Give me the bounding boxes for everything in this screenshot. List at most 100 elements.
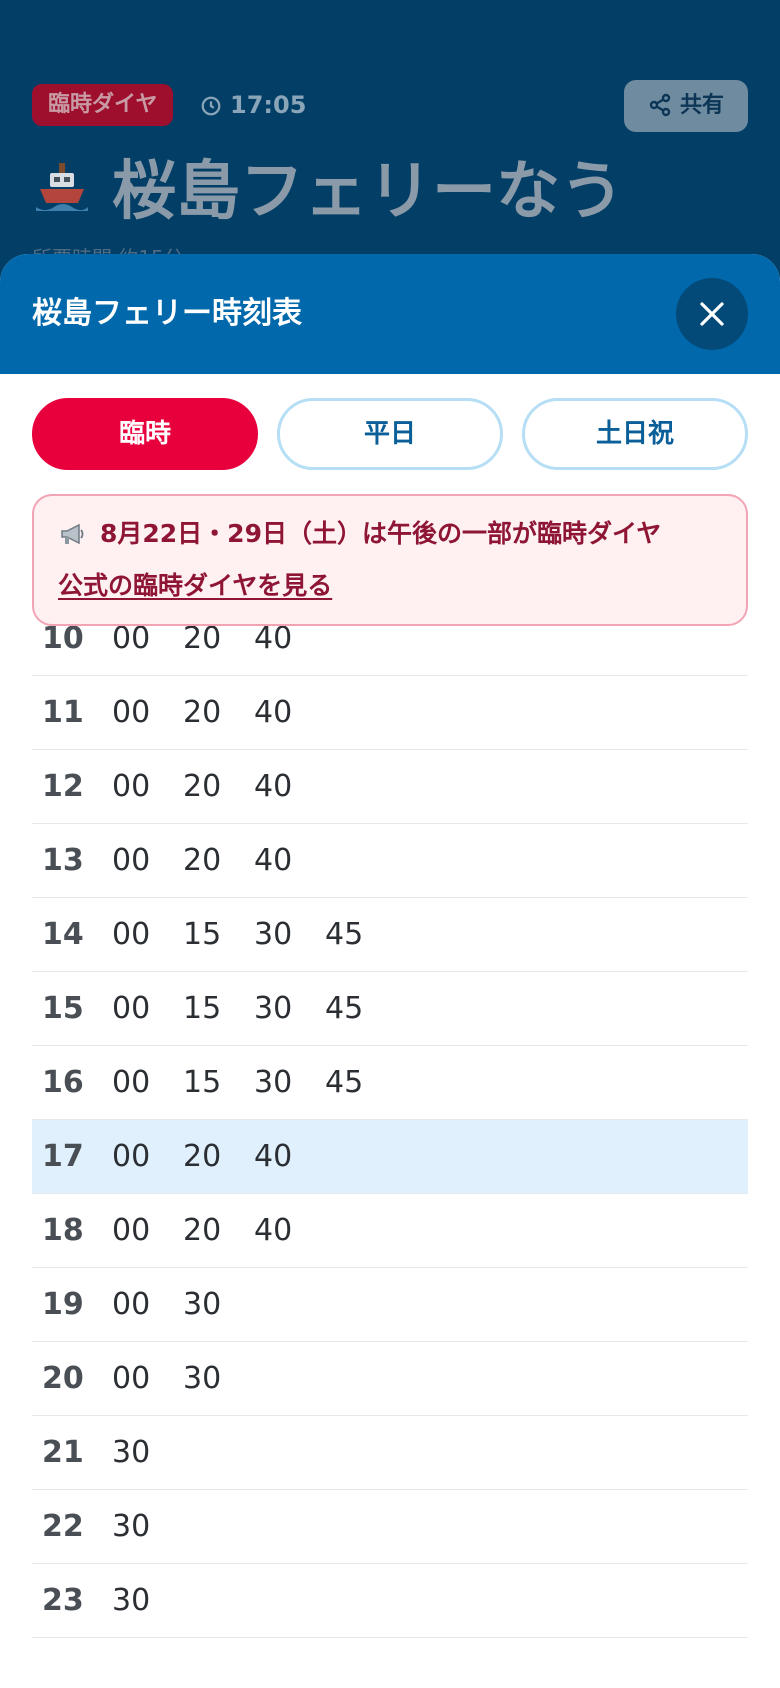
special-schedule-notice: 8月22日・29日（土）は午後の一部が臨時ダイヤ 公式の臨時ダイヤを見る [32,494,748,626]
departure-minute: 00 [112,769,151,804]
timetable-row: 19 00 30 [32,1268,748,1342]
timetable-row: 15 00 15 30 45 [32,972,748,1046]
row-minutes: 00 15 30 45 [112,991,396,1026]
timetable-row: 20 00 30 [32,1342,748,1416]
departure-minute: 45 [325,1065,364,1100]
row-hour: 22 [42,1509,84,1544]
background-topbar: 臨時ダイヤ 17:05 共有 [32,80,748,136]
timetable-row-current: 17 00 20 40 [32,1120,748,1194]
departure-minute: 20 [183,1213,222,1248]
special-schedule-badge: 臨時ダイヤ [32,84,174,126]
timetable-list: 10 00 20 40 11 00 20 40 12 00 20 40 13 00 20 40 14 00 15 30… [32,602,748,1638]
current-time-text: 17:05 [230,91,307,119]
departure-minute: 00 [112,1287,151,1322]
row-minutes: 00 30 [112,1287,254,1322]
timetable-row: 23 30 [32,1564,748,1638]
clock-icon [201,96,221,116]
row-minutes: 00 20 40 [112,843,325,878]
row-hour: 11 [42,695,84,730]
row-hour: 21 [42,1435,84,1470]
departure-minute: 00 [112,991,151,1026]
departure-minute: 20 [183,1139,222,1174]
row-minutes: 30 [112,1435,183,1470]
tab-special[interactable]: 臨時 [32,398,258,470]
share-label: 共有 [679,93,724,118]
page-title: 桜島フェリーなう [32,152,624,232]
row-hour: 18 [42,1213,84,1248]
share-button[interactable]: 共有 [624,80,748,132]
row-minutes: 00 30 [112,1361,254,1396]
row-hour: 13 [42,843,84,878]
row-minutes: 00 15 30 45 [112,917,396,952]
tab-weekday[interactable]: 平日 [277,398,503,470]
timetable-row: 18 00 20 40 [32,1194,748,1268]
departure-minute: 30 [112,1435,151,1470]
row-minutes: 00 20 40 [112,769,325,804]
departure-minute: 20 [183,695,222,730]
notice-line: 8月22日・29日（土）は午後の一部が臨時ダイヤ [58,514,722,554]
departure-minute: 20 [183,843,222,878]
departure-minute: 40 [254,621,293,656]
notice-text: 8月22日・29日（土）は午後の一部が臨時ダイヤ [100,519,662,548]
departure-minute: 15 [183,1065,222,1100]
departure-minute: 00 [112,1139,151,1174]
ferry-icon [36,163,88,211]
share-icon [649,93,671,117]
row-hour: 14 [42,917,84,952]
departure-minute: 40 [254,1213,293,1248]
row-minutes: 30 [112,1509,183,1544]
departure-minute: 00 [112,695,151,730]
row-hour: 12 [42,769,84,804]
row-hour: 19 [42,1287,84,1322]
departure-minute: 00 [112,843,151,878]
row-hour: 15 [42,991,84,1026]
row-hour: 23 [42,1583,84,1618]
timetable-row: 16 00 15 30 45 [32,1046,748,1120]
departure-minute: 30 [112,1509,151,1544]
timetable-row: 22 30 [32,1490,748,1564]
timetable-row: 14 00 15 30 45 [32,898,748,972]
departure-minute: 45 [325,991,364,1026]
departure-minute: 00 [112,1065,151,1100]
departure-minute: 15 [183,917,222,952]
row-hour: 17 [42,1139,84,1174]
row-minutes: 00 20 40 [112,695,325,730]
departure-minute: 30 [183,1287,222,1322]
departure-minute: 30 [183,1361,222,1396]
row-minutes: 00 20 40 [112,1213,325,1248]
timetable-row: 12 00 20 40 [32,750,748,824]
schedule-tabs: 臨時 平日 土日祝 [32,398,748,470]
row-hour: 10 [42,621,84,656]
row-minutes: 30 [112,1583,183,1618]
timetable-sheet: 桜島フェリー時刻表 臨時 平日 土日祝 8月22日・29日（土）は午後の一部が臨… [0,254,780,1688]
departure-minute: 30 [254,991,293,1026]
timetable-row: 21 30 [32,1416,748,1490]
departure-minute: 40 [254,769,293,804]
departure-minute: 40 [254,695,293,730]
page-title-text: 桜島フェリーなう [112,155,624,229]
megaphone-icon [61,523,84,545]
departure-minute: 00 [112,1213,151,1248]
departure-minute: 00 [112,917,151,952]
timetable-row: 13 00 20 40 [32,824,748,898]
departure-minute: 30 [112,1583,151,1618]
timetable-row: 11 00 20 40 [32,676,748,750]
close-button[interactable] [676,278,748,350]
departure-minute: 00 [112,1361,151,1396]
departure-minute: 40 [254,843,293,878]
departure-minute: 45 [325,917,364,952]
departure-minute: 20 [183,621,222,656]
tab-weekend-holiday[interactable]: 土日祝 [522,398,748,470]
official-schedule-link[interactable]: 公式の臨時ダイヤを見る [58,566,722,606]
row-minutes: 00 15 30 45 [112,1065,396,1100]
current-time: 17:05 [200,84,306,126]
departure-minute: 30 [254,1065,293,1100]
row-hour: 20 [42,1361,84,1396]
row-minutes: 00 20 40 [112,621,325,656]
departure-minute: 15 [183,991,222,1026]
departure-minute: 20 [183,769,222,804]
departure-minute: 40 [254,1139,293,1174]
departure-minute: 30 [254,917,293,952]
row-minutes: 00 20 40 [112,1139,325,1174]
row-hour: 16 [42,1065,84,1100]
